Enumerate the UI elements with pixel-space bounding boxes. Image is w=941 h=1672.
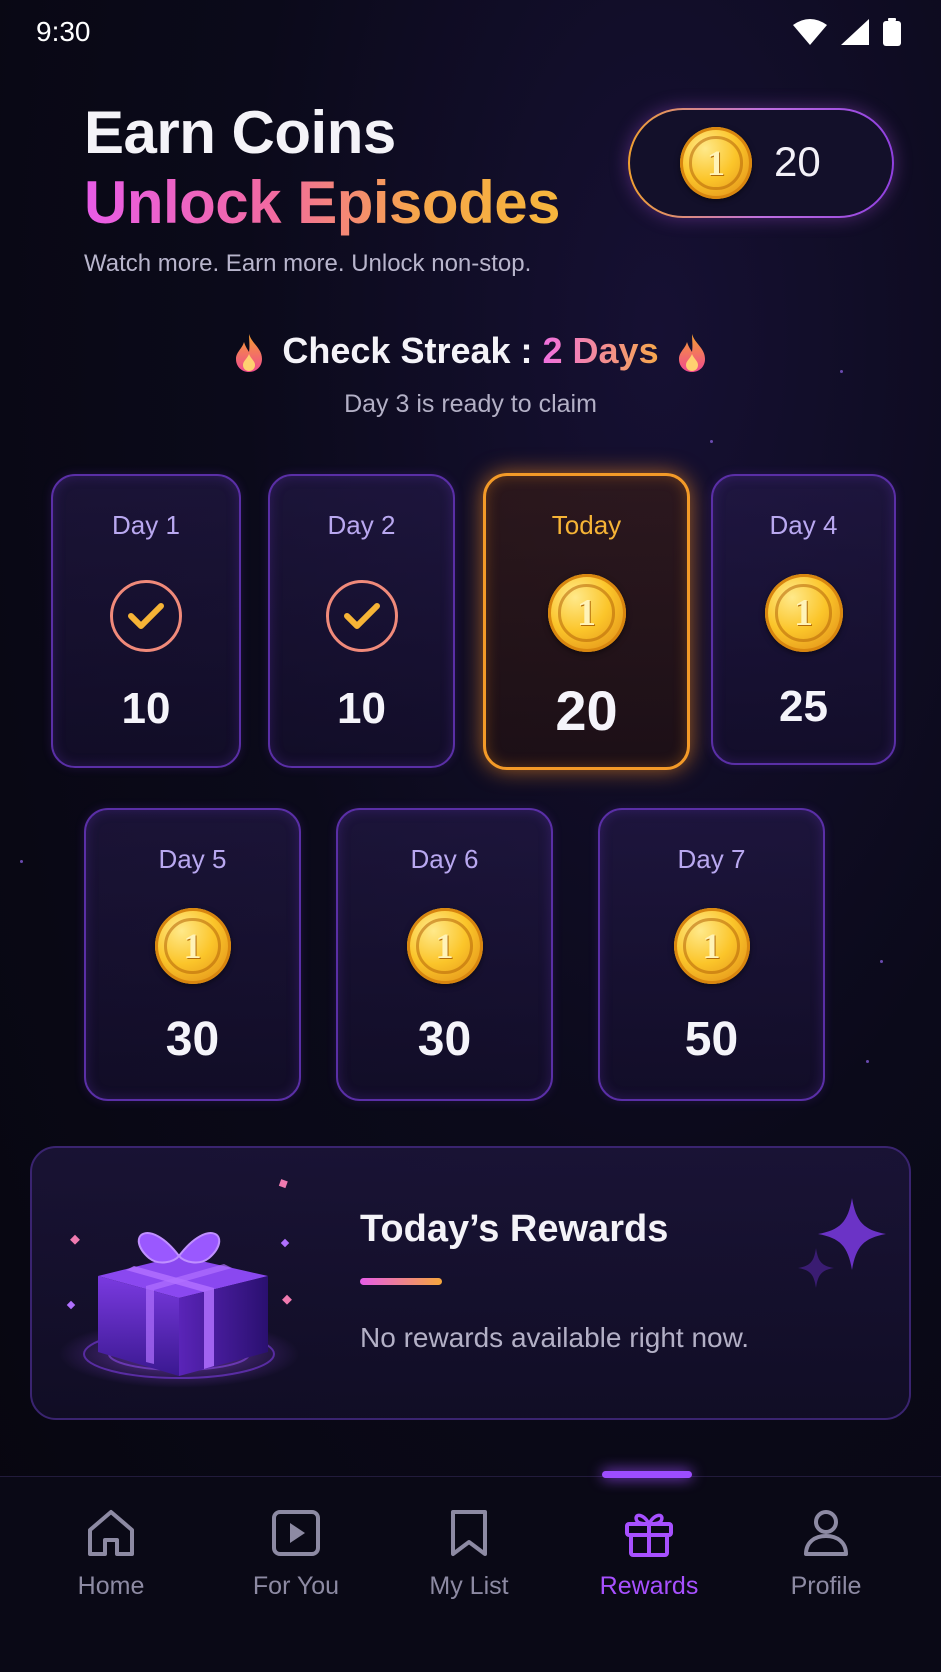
nav-item-my-list[interactable]: My List	[394, 1508, 544, 1601]
nav-label: Profile	[790, 1572, 862, 1600]
wifi-icon	[793, 19, 827, 45]
day-card-today[interactable]: Today 1 20	[483, 473, 690, 770]
day-label: Day 1	[112, 510, 180, 540]
home-icon	[88, 1510, 134, 1556]
coin-balance-value: 20	[774, 138, 821, 185]
day-card-6[interactable]: Day 6 1 30	[336, 808, 553, 1101]
nav-item-home[interactable]: Home	[36, 1508, 186, 1601]
signal-icon	[841, 19, 869, 45]
rewards-title: Today’s Rewards	[360, 1208, 669, 1250]
coin-icon: 1	[764, 574, 843, 652]
check-icon	[110, 580, 182, 652]
coin-icon: 1	[154, 908, 231, 984]
battery-icon	[883, 18, 901, 46]
page-title: Earn Coins	[84, 99, 396, 166]
flame-icon	[236, 334, 263, 373]
status-icons	[793, 18, 901, 46]
status-time: 9:30	[36, 16, 91, 47]
nav-label: Home	[77, 1572, 145, 1600]
check-icon	[325, 580, 398, 652]
coin-icon: 1	[673, 908, 750, 984]
gift-box-illustration	[59, 1179, 299, 1388]
nav-item-profile[interactable]: Profile	[751, 1508, 901, 1601]
day-card-7[interactable]: Day 7 1 50	[598, 808, 825, 1101]
nav-active-indicator	[602, 1471, 692, 1478]
coin-icon: 1	[406, 908, 483, 984]
streak-label: Check Streak :	[282, 330, 543, 371]
nav-item-rewards[interactable]: Rewards	[574, 1508, 724, 1601]
day-card-5[interactable]: Day 5 1 30	[84, 808, 301, 1101]
rewards-message: No rewards available right now.	[360, 1322, 750, 1353]
day-label: Day 4	[769, 510, 838, 540]
rewards-title-underline	[360, 1278, 442, 1285]
day-coin-value: 10	[121, 684, 171, 733]
page-subtitle: Watch more. Earn more. Unlock non-stop.	[84, 250, 532, 277]
day-card-2[interactable]: Day 2 10	[268, 474, 455, 768]
sparkle-icon	[798, 1198, 886, 1288]
streak-subtext: Day 3 is ready to claim	[344, 390, 597, 418]
coin-balance-pill[interactable]: 1 20	[628, 108, 894, 218]
day-coin-value: 30	[417, 1013, 472, 1066]
day-card-1[interactable]: Day 1 10	[51, 474, 241, 768]
profile-icon	[804, 1510, 848, 1556]
nav-item-for-you[interactable]: For You	[221, 1508, 371, 1601]
day-coin-value: 10	[337, 684, 386, 733]
nav-label: My List	[429, 1572, 509, 1600]
streak-heading: Check Streak : 2 Days	[0, 330, 941, 373]
day-label: Day 2	[327, 510, 396, 540]
nav-label: For You	[252, 1572, 340, 1600]
gift-icon	[625, 1513, 673, 1557]
day-coin-value: 30	[165, 1013, 220, 1066]
coin-icon: 1	[547, 574, 626, 652]
day-label: Day 5	[158, 844, 227, 874]
day-coin-value: 20	[555, 679, 618, 742]
day-coin-value: 50	[684, 1013, 739, 1066]
streak-days: 2 Days	[542, 330, 659, 371]
play-icon	[272, 1510, 320, 1556]
day-label: Day 6	[410, 844, 479, 874]
day-card-4[interactable]: Day 4 1 25	[711, 474, 896, 765]
page-title-highlight: Unlock Episodes	[84, 169, 560, 236]
nav-label: Rewards	[599, 1572, 699, 1600]
day-label: Day 7	[677, 844, 746, 874]
day-coin-value: 25	[779, 682, 828, 731]
flame-icon	[678, 334, 705, 373]
coin-icon: 1	[680, 127, 752, 199]
bookmark-icon	[451, 1510, 487, 1556]
day-label: Today	[551, 510, 622, 540]
